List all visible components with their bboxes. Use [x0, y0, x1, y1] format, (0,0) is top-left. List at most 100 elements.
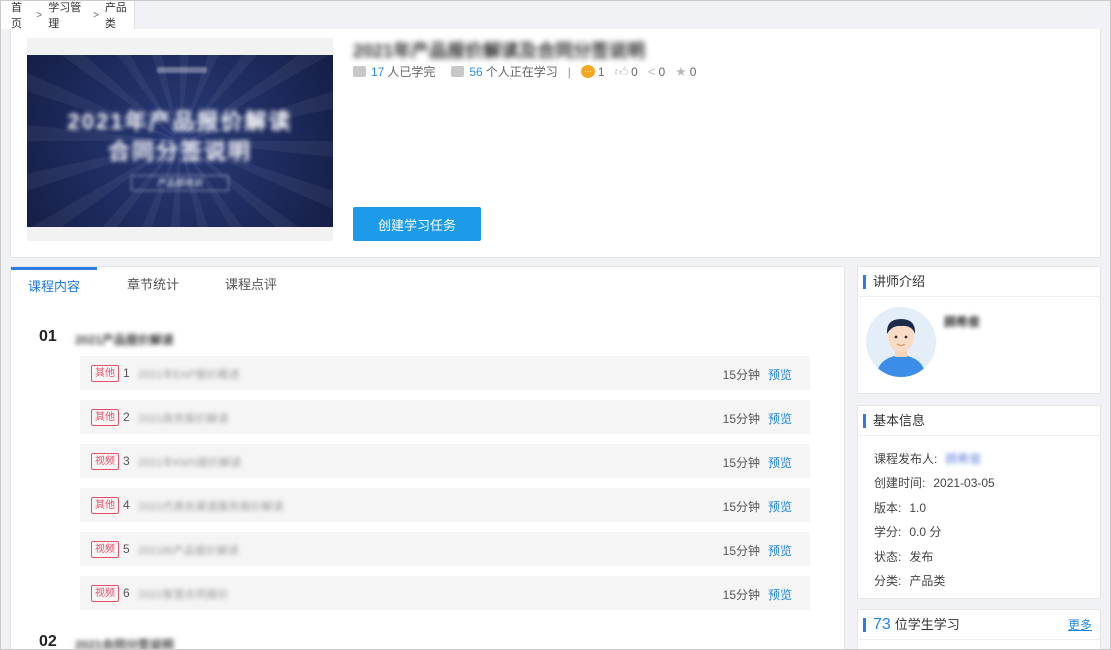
cover-logo — [157, 67, 207, 73]
learners-count: 73 — [873, 616, 891, 633]
learners-card: 73 位学生学习 更多 — [857, 609, 1101, 649]
tab-bar: 课程内容 章节统计 课程点评 — [11, 267, 844, 303]
cover-title: 2021年产品报价解读 合同分签说明 — [27, 107, 333, 167]
cover-subtitle: 产品部培训 — [131, 175, 229, 191]
course-title: 2021年产品报价解读及合同分签说明 — [353, 41, 646, 61]
basic-info-card: 基本信息 课程发布人: 顾希俊 创建时间: 2021-03-05 版本: 1.0 学分… — [857, 405, 1101, 599]
publisher-link[interactable]: 顾希俊 — [945, 452, 981, 466]
lesson-row[interactable]: 其他 1 2021年EAP报价概述 15分钟 预览 — [80, 356, 810, 390]
lesson-preview-link[interactable]: 预览 — [768, 498, 792, 515]
info-label: 版本: — [874, 501, 902, 515]
lesson-name: 2021年KMS报价解读 — [138, 457, 242, 469]
info-label: 创建时间: — [874, 476, 926, 490]
lesson-row[interactable]: 视频 5 2021BI产品报价解读 15分钟 预览 — [80, 532, 810, 566]
lesson-index: 5 — [123, 542, 130, 556]
lesson-type-badge: 视频 — [91, 453, 119, 470]
lesson-index: 3 — [123, 454, 130, 468]
more-learners-link[interactable]: 更多 — [1068, 610, 1092, 640]
learners-heading: 73 位学生学习 更多 — [858, 610, 1100, 640]
lesson-index: 2 — [123, 410, 130, 424]
learning-label: 个人正在学习 — [485, 65, 558, 79]
lesson-row[interactable]: 其他 2 2021政务报价解读 15分钟 预览 — [80, 400, 810, 434]
lesson-name: 2021年EAP报价概述 — [138, 369, 240, 381]
info-category: 分类: 产品类 — [874, 572, 945, 589]
share-count: 0 — [658, 64, 666, 79]
completed-label: 人已学完 — [387, 65, 436, 79]
lesson-preview-link[interactable]: 预览 — [768, 366, 792, 383]
info-version: 版本: 1.0 — [874, 499, 926, 516]
lesson-duration: 15分钟 — [722, 368, 760, 382]
lesson-row[interactable]: 其他 4 2021代表处渠道服务报价解读 15分钟 预览 — [80, 488, 810, 522]
lesson-name: 2021代表处渠道服务报价解读 — [138, 501, 284, 513]
completed-icon — [353, 66, 366, 77]
star-count: 0 — [689, 64, 697, 79]
lesson-name: 2021BI产品报价解读 — [138, 545, 239, 557]
create-learning-task-button[interactable]: 创建学习任务 — [353, 207, 481, 241]
lesson-preview-link[interactable]: 预览 — [768, 454, 792, 471]
lesson-index: 6 — [123, 586, 130, 600]
thumbs-up-icon[interactable]: 👍︎ — [615, 64, 629, 80]
chapter-title: 2021合同分签说明 — [75, 638, 174, 650]
info-label: 状态: — [874, 550, 902, 564]
star-icon[interactable]: ★ — [675, 64, 687, 80]
chapter-number: 01 — [39, 328, 57, 345]
lesson-index: 4 — [123, 498, 130, 512]
lesson-index: 1 — [123, 366, 130, 380]
lesson-type-badge: 其他 — [91, 409, 119, 426]
info-status: 状态: 发布 — [874, 548, 933, 565]
person-avatar-icon — [866, 307, 936, 377]
info-label: 分类: — [874, 574, 902, 588]
lesson-type-badge: 其他 — [91, 497, 119, 514]
lecturer-avatar[interactable] — [866, 307, 936, 377]
cover-title-line1: 2021年产品报价解读 — [67, 109, 293, 134]
lesson-duration: 15分钟 — [722, 456, 760, 470]
breadcrumb-learning-mgmt[interactable]: 学习管理 — [48, 1, 87, 31]
info-value: 1.0 — [909, 501, 927, 515]
lesson-preview-link[interactable]: 预览 — [768, 586, 792, 603]
lesson-type-badge: 视频 — [91, 585, 119, 602]
info-publisher: 课程发布人: 顾希俊 — [874, 450, 981, 467]
lesson-preview-link[interactable]: 预览 — [768, 410, 792, 427]
breadcrumb: 首页 > 学习管理 > 产品类 — [1, 1, 135, 31]
tab-course-content[interactable]: 课程内容 — [11, 267, 97, 303]
lesson-row[interactable]: 视频 6 2021智慧合同报价 15分钟 预览 — [80, 576, 810, 610]
stats-divider: | — [567, 64, 571, 79]
lesson-type-badge: 视频 — [91, 541, 119, 558]
learning-icon — [451, 66, 465, 77]
breadcrumb-category[interactable]: 产品类 — [105, 1, 134, 31]
tab-chapter-stats[interactable]: 章节统计 — [111, 267, 195, 303]
lesson-name: 2021智慧合同报价 — [138, 589, 229, 601]
completed-count: 17 — [371, 64, 385, 79]
course-content-card: 课程内容 章节统计 课程点评 01 2021产品报价解读 其他 1 2021年E… — [10, 266, 845, 650]
share-icon[interactable]: < — [648, 64, 656, 79]
course-header-card: 2021年产品报价解读 合同分签说明 产品部培训 2021年产品报价解读及合同分… — [10, 29, 1101, 258]
lesson-duration: 15分钟 — [722, 412, 760, 426]
info-label: 课程发布人: — [874, 452, 938, 466]
info-created: 创建时间: 2021-03-05 — [874, 474, 995, 491]
info-credit: 学分: 0.0 分 — [874, 523, 941, 540]
lesson-row[interactable]: 视频 3 2021年KMS报价解读 15分钟 预览 — [80, 444, 810, 478]
lesson-name: 2021政务报价解读 — [138, 413, 229, 425]
lesson-duration: 15分钟 — [722, 544, 760, 558]
like-count: 0 — [631, 64, 638, 79]
cover-title-line2: 合同分签说明 — [107, 139, 252, 164]
breadcrumb-home[interactable]: 首页 — [11, 1, 30, 31]
info-value: 0.0 分 — [909, 525, 942, 539]
lesson-duration: 15分钟 — [722, 500, 760, 514]
tab-course-reviews[interactable]: 课程点评 — [209, 267, 293, 303]
info-value: 产品类 — [909, 574, 946, 588]
course-cover: 2021年产品报价解读 合同分签说明 产品部培训 — [27, 38, 333, 241]
chapter-title: 2021产品报价解读 — [75, 333, 174, 347]
chevron-right-icon: > — [36, 9, 43, 21]
lesson-preview-link[interactable]: 预览 — [768, 542, 792, 559]
learners-label: 位学生学习 — [894, 617, 960, 632]
course-stats: 17 人已学完 56 个人正在学习 | ··· 1 👍︎ 0 < 0 ★ 0 — [353, 63, 706, 80]
comment-count: 1 — [597, 64, 605, 79]
info-value: 发布 — [909, 550, 934, 564]
chevron-right-icon: > — [93, 9, 99, 21]
comment-icon[interactable]: ··· — [580, 65, 595, 78]
info-label: 学分: — [874, 525, 902, 539]
lecturer-name[interactable]: 顾希俊 — [944, 313, 980, 330]
learning-count: 56 — [469, 64, 483, 79]
lecturer-heading: 讲师介绍 — [858, 267, 1100, 297]
